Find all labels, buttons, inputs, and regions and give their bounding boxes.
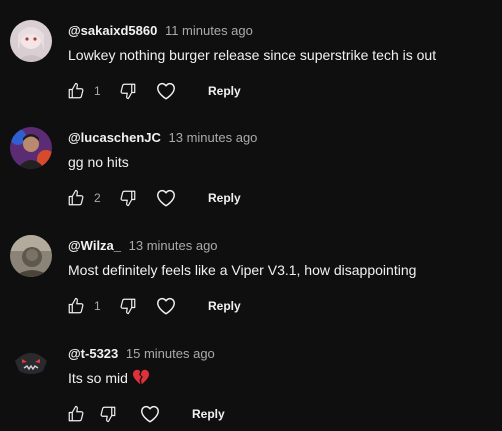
heart-button[interactable] [138, 402, 162, 426]
comment-header: @sakaixd5860 11 minutes ago [68, 23, 253, 39]
comment-actions: 2 Reply [60, 186, 360, 210]
comment-actions: Reply [60, 402, 360, 426]
comment-text: Its so mid [68, 369, 150, 387]
like-button[interactable] [64, 79, 88, 103]
dislike-button[interactable] [96, 402, 120, 426]
heart-icon [157, 189, 175, 207]
thumbs-down-icon [120, 190, 136, 207]
comment-timestamp[interactable]: 13 minutes ago [169, 130, 258, 145]
like-count: 1 [94, 84, 101, 98]
like-count: 1 [94, 299, 101, 313]
thumbs-up-icon [68, 297, 84, 314]
broken-heart-icon [132, 369, 149, 385]
heart-icon [157, 82, 175, 100]
thumbs-up-icon [68, 189, 84, 206]
comment-header: @Wilza_ 13 minutes ago [68, 238, 218, 254]
comment-thread: @t-5323 15 minutes ago Its so mid Reply [0, 323, 502, 431]
comment-text-content: Its so mid [68, 370, 128, 386]
comment-thread: @lucaschenJC 13 minutes ago gg no hits 2… [0, 107, 502, 215]
thumbs-down-icon [100, 406, 116, 423]
anime-avatar-icon [10, 20, 52, 62]
comment-actions: 1 Reply [60, 79, 360, 103]
heart-button[interactable] [154, 294, 178, 318]
dislike-button[interactable] [116, 186, 140, 210]
author-name[interactable]: @sakaixd5860 [68, 23, 157, 38]
comment-thread: @Wilza_ 13 minutes ago Most definitely f… [0, 215, 502, 323]
comment-text: gg no hits [68, 154, 129, 170]
avatar[interactable] [10, 343, 52, 385]
heart-icon [157, 297, 175, 315]
avatar[interactable] [10, 20, 52, 62]
comment-thread: @sakaixd5860 11 minutes ago Lowkey nothi… [0, 0, 502, 108]
thumbs-up-icon [68, 405, 84, 422]
thumbs-up-icon [68, 82, 84, 99]
comment-header: @lucaschenJC 13 minutes ago [68, 130, 257, 146]
thumbs-down-icon [120, 298, 136, 315]
comment-actions: 1 Reply [60, 294, 360, 318]
author-name[interactable]: @Wilza_ [68, 238, 121, 253]
author-name[interactable]: @lucaschenJC [68, 130, 161, 145]
like-button[interactable] [64, 294, 88, 318]
reply-button[interactable]: Reply [194, 294, 255, 318]
author-name[interactable]: @t-5323 [68, 346, 118, 361]
avatar[interactable] [10, 127, 52, 169]
comment-timestamp[interactable]: 13 minutes ago [129, 238, 218, 253]
like-count: 2 [94, 191, 101, 205]
heart-button[interactable] [154, 79, 178, 103]
masked-character-avatar-icon [10, 343, 52, 385]
avatar[interactable] [10, 235, 52, 277]
like-button[interactable] [64, 402, 88, 426]
comment-timestamp[interactable]: 11 minutes ago [165, 23, 253, 38]
like-button[interactable] [64, 186, 88, 210]
comment-header: @t-5323 15 minutes ago [68, 346, 215, 362]
comment-text: Most definitely feels like a Viper V3.1,… [68, 262, 417, 278]
person-avatar-icon [10, 127, 52, 169]
photo-avatar-icon [10, 235, 52, 277]
dislike-button[interactable] [116, 294, 140, 318]
comment-timestamp[interactable]: 15 minutes ago [126, 346, 215, 361]
dislike-button[interactable] [116, 79, 140, 103]
reply-button[interactable]: Reply [194, 186, 255, 210]
reply-button[interactable]: Reply [194, 79, 255, 103]
heart-icon [141, 405, 159, 423]
thumbs-down-icon [120, 83, 136, 100]
comment-text: Lowkey nothing burger release since supe… [68, 47, 437, 63]
heart-button[interactable] [154, 186, 178, 210]
reply-button[interactable]: Reply [178, 402, 239, 426]
